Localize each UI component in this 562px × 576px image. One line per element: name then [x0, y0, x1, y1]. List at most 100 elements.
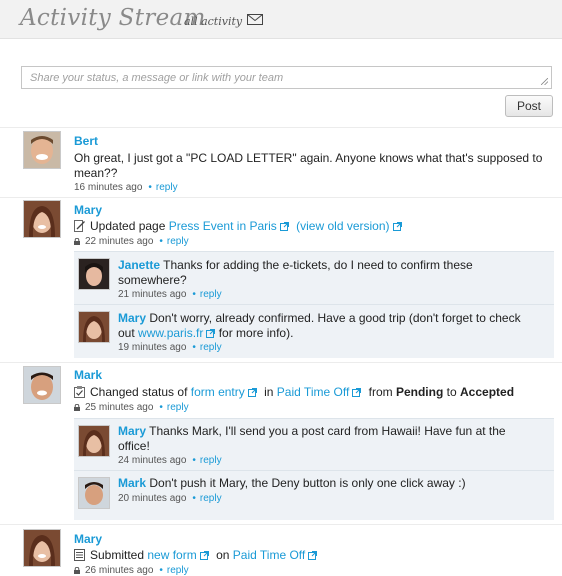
reply-link[interactable]: reply — [167, 236, 189, 247]
status-input-box[interactable] — [21, 66, 552, 89]
timestamp: 24 minutes ago — [118, 455, 187, 466]
timestamp: 26 minutes ago — [85, 565, 154, 576]
header-bar: Activity Stream all activity — [0, 0, 562, 39]
external-link-icon[interactable] — [279, 222, 289, 231]
lock-icon — [74, 238, 80, 245]
reply-link[interactable]: reply — [167, 402, 189, 413]
external-link-icon[interactable] — [206, 329, 216, 338]
comment-meta: 21 minutes ago • reply — [118, 289, 222, 300]
comment-text: Mark Don't push it Mary, the Deny button… — [118, 476, 466, 490]
comment-meta: 20 minutes ago • reply — [118, 493, 222, 504]
paid-time-off-link[interactable]: Paid Time Off — [233, 548, 305, 562]
lock-icon — [74, 404, 80, 411]
status-text: Oh great, I just got a "PC LOAD LETTER" … — [74, 151, 543, 165]
activity-line: Changed status of form entry in Paid Tim… — [74, 385, 514, 399]
entry-meta: 16 minutes ago • reply — [74, 182, 178, 193]
external-link-icon[interactable] — [352, 388, 362, 397]
external-link-icon[interactable] — [199, 551, 209, 560]
dot-separator: • — [192, 342, 196, 353]
author-name[interactable]: Mary — [118, 424, 146, 438]
face-icon — [79, 426, 109, 456]
avatar-mary[interactable] — [23, 200, 61, 238]
reply-link[interactable]: reply — [200, 342, 222, 353]
status-change-icon — [74, 386, 85, 398]
status-text: mean?? — [74, 166, 118, 180]
dot-separator: • — [192, 493, 196, 504]
dot-separator: • — [148, 182, 152, 193]
author-name[interactable]: Mary — [118, 311, 146, 325]
face-icon — [79, 259, 109, 289]
face-icon — [24, 201, 60, 237]
page-link[interactable]: Press Event in Paris — [169, 219, 277, 233]
post-button[interactable]: Post — [505, 95, 553, 117]
status-input[interactable] — [22, 67, 551, 88]
timestamp: 19 minutes ago — [118, 342, 187, 353]
author-name[interactable]: Bert — [74, 134, 98, 148]
avatar-mary[interactable] — [78, 311, 110, 343]
avatar-janette[interactable] — [78, 258, 110, 290]
divider — [0, 362, 562, 363]
reply-link[interactable]: reply — [200, 289, 222, 300]
avatar-bert[interactable] — [23, 131, 61, 169]
entry-meta: 26 minutes ago • reply — [74, 565, 189, 576]
from-status: Pending — [395, 385, 444, 399]
paris-link[interactable]: www.paris.fr — [138, 326, 203, 340]
author-name[interactable]: Janette — [118, 258, 160, 272]
external-link-icon[interactable] — [247, 388, 257, 397]
timestamp: 22 minutes ago — [85, 236, 154, 247]
reply-link[interactable]: reply — [200, 455, 222, 466]
activity-line: Submitted new form on Paid Time Off — [74, 548, 318, 562]
comment-meta: 19 minutes ago • reply — [118, 342, 222, 353]
entry-meta: 25 minutes ago • reply — [74, 402, 189, 413]
face-icon — [24, 367, 60, 403]
entry-meta: 22 minutes ago • reply — [74, 236, 189, 247]
author-name[interactable]: Mark — [74, 368, 102, 382]
action-text: Submitted — [90, 548, 145, 562]
reply-link[interactable]: reply — [156, 182, 178, 193]
form-icon — [74, 549, 85, 561]
external-link-icon[interactable] — [308, 551, 318, 560]
edit-page-icon — [74, 220, 85, 232]
reply-link[interactable]: reply — [167, 565, 189, 576]
external-link-icon[interactable] — [392, 222, 402, 231]
action-text: Changed status of — [90, 385, 188, 399]
divider — [0, 127, 562, 128]
face-icon — [24, 132, 60, 168]
comment: Mark Don't push it Mary, the Deny button… — [74, 470, 554, 520]
author-name[interactable]: Mary — [74, 532, 102, 546]
avatar-mark[interactable] — [78, 477, 110, 509]
comment-text: Mary Don't worry, already confirmed. Hav… — [118, 311, 521, 325]
divider — [0, 524, 562, 525]
action-text: Updated page — [90, 219, 166, 233]
dot-separator: • — [192, 455, 196, 466]
old-version-link[interactable]: (view old version) — [296, 219, 389, 233]
face-icon — [79, 312, 109, 342]
new-form-link[interactable]: new form — [147, 548, 196, 562]
to-status: Accepted — [460, 385, 515, 399]
comment-text: somewhere? — [118, 273, 187, 287]
timestamp: 16 minutes ago — [74, 182, 143, 193]
comment: Mary Don't worry, already confirmed. Hav… — [74, 304, 554, 358]
activity-line: Updated page Press Event in Paris (view … — [74, 219, 402, 233]
dot-separator: • — [159, 236, 163, 247]
dot-separator: • — [192, 289, 196, 300]
timestamp: 20 minutes ago — [118, 493, 187, 504]
avatar-mark[interactable] — [23, 366, 61, 404]
envelope-icon[interactable] — [247, 14, 263, 25]
page-title: Activity Stream — [20, 5, 206, 31]
avatar-mary[interactable] — [78, 425, 110, 457]
timestamp: 25 minutes ago — [85, 402, 154, 413]
comment-text: Mary Thanks Mark, I'll send you a post c… — [118, 424, 506, 438]
all-activity-filter[interactable]: all activity — [184, 15, 242, 28]
avatar-mary[interactable] — [23, 529, 61, 567]
dot-separator: • — [159, 565, 163, 576]
comment: Janette Thanks for adding the e-tickets,… — [74, 251, 554, 304]
timestamp: 21 minutes ago — [118, 289, 187, 300]
resize-grip-icon[interactable] — [541, 78, 548, 85]
reply-link[interactable]: reply — [200, 493, 222, 504]
author-name[interactable]: Mark — [118, 476, 146, 490]
comment-text: office! — [118, 439, 150, 453]
paid-time-off-link[interactable]: Paid Time Off — [277, 385, 349, 399]
author-name[interactable]: Mary — [74, 203, 102, 217]
form-entry-link[interactable]: form entry — [191, 385, 245, 399]
